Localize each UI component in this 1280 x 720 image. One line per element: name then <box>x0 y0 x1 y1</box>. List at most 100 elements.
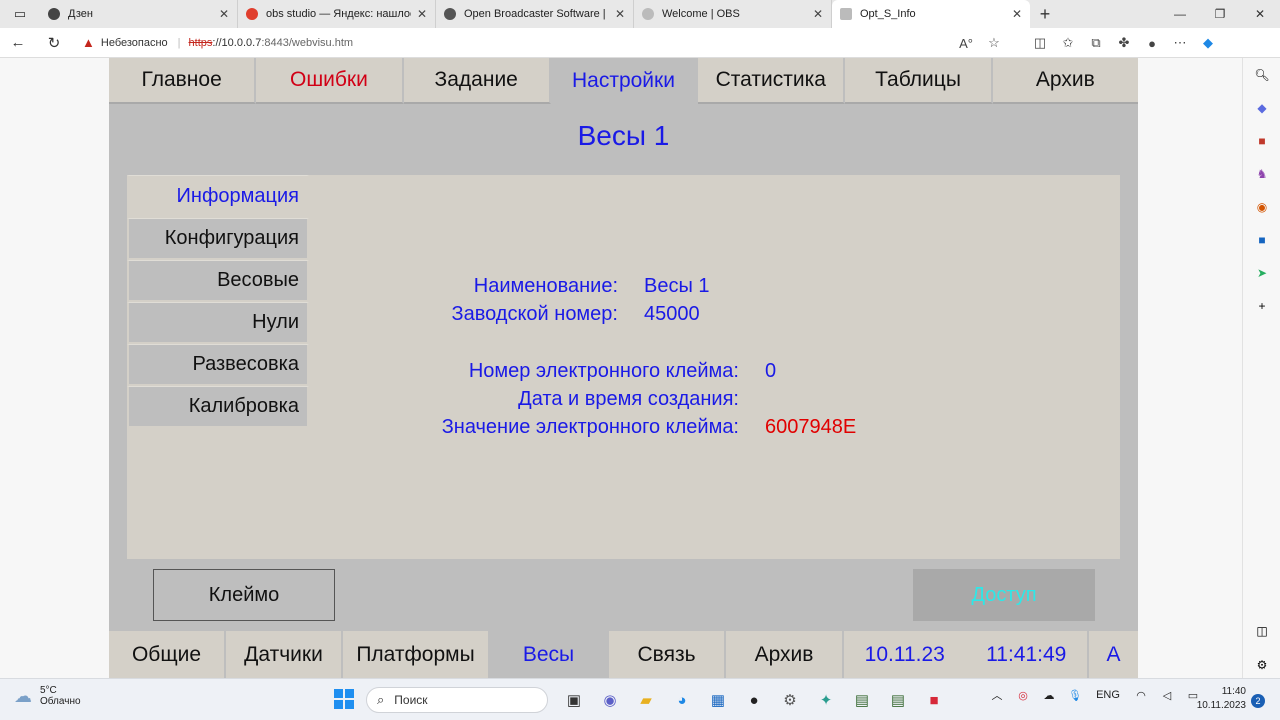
store-icon[interactable]: ▦ <box>700 687 736 713</box>
games-icon[interactable]: ♞ <box>1243 157 1280 190</box>
settings-gear-icon[interactable]: ⚙ <box>1243 648 1280 681</box>
tab-close-icon[interactable]: ✕ <box>219 7 229 21</box>
notification-badge[interactable]: 2 <box>1251 694 1265 708</box>
stamp-number-value: 0 <box>765 360 777 382</box>
tab-actions-icon[interactable]: ▭ <box>0 0 40 28</box>
clock-date: 10.11.2023 <box>1196 700 1246 711</box>
weather-widget[interactable]: ☁ 5°C Облачно <box>14 685 81 707</box>
restore-icon[interactable]: ❐ <box>1200 0 1240 28</box>
tab-main[interactable]: Главное <box>109 58 257 104</box>
name-label: Наименование: <box>473 275 618 297</box>
clock-time: 11:40 <box>1221 686 1246 697</box>
microphone-icon[interactable]: 🎙︎ <box>1062 689 1088 702</box>
side-item-weighing[interactable]: Развесовка <box>127 344 309 386</box>
tray-chevron-icon[interactable]: ︿ <box>984 687 1010 703</box>
send-icon[interactable]: ➤ <box>1243 256 1280 289</box>
side-item-information[interactable]: Информация <box>127 175 309 218</box>
minimize-icon[interactable]: — <box>1160 0 1200 28</box>
stamp-button[interactable]: Клеймо <box>153 569 335 621</box>
add-icon[interactable]: + <box>1243 289 1280 322</box>
search-placeholder: Поиск <box>394 693 428 707</box>
tab-close-icon[interactable]: ✕ <box>1012 7 1022 21</box>
tab-errors[interactable]: Ошибки <box>256 58 404 104</box>
user-level[interactable]: A <box>1089 631 1138 678</box>
tab-title: Welcome | OBS <box>662 8 740 20</box>
tool-app-2-icon[interactable]: ▤ <box>880 687 916 713</box>
obs-icon[interactable]: ● <box>736 687 772 713</box>
office-icon[interactable]: ◉ <box>1243 190 1280 223</box>
access-button[interactable]: Доступ <box>913 569 1095 621</box>
search-icon[interactable]: 🔍︎ <box>1243 58 1280 91</box>
refresh-icon[interactable]: ↻ <box>36 34 72 52</box>
url-field[interactable]: ▲ Небезопасно | https ://10.0.0.7 :8443/… <box>82 31 1002 55</box>
browser-tab[interactable]: Open Broadcaster Software | OBS ✕ <box>436 0 634 28</box>
tab-tables[interactable]: Таблицы <box>845 58 993 104</box>
tab-settings[interactable]: Настройки <box>550 58 699 104</box>
side-item-zeros[interactable]: Нули <box>127 302 309 344</box>
browser-tab[interactable]: Welcome | OBS ✕ <box>634 0 832 28</box>
tab-archive[interactable]: Архив <box>992 58 1138 104</box>
tab-task[interactable]: Задание <box>403 58 551 104</box>
wifi-icon[interactable]: ◠ <box>1128 689 1154 702</box>
browser-tab-active[interactable]: Opt_S_Info ✕ <box>832 0 1030 28</box>
windows-start-icon[interactable] <box>334 689 354 709</box>
tool-app-icon[interactable]: ▤ <box>844 687 880 713</box>
more-menu-icon[interactable]: ⋯ <box>1166 35 1194 51</box>
volume-icon[interactable]: ◁ <box>1154 689 1180 702</box>
favorite-star-icon[interactable]: ☆ <box>980 35 1008 51</box>
stamp-value: 6007948E <box>765 416 857 438</box>
datetime-display: 10.11.23 11:41:49 <box>844 631 1089 678</box>
settings-app-icon[interactable]: ⚙ <box>772 687 808 713</box>
back-icon[interactable]: ← <box>0 34 36 51</box>
taskbar-search[interactable]: ⌕ Поиск <box>366 687 548 713</box>
teams-chat-icon[interactable]: ◉ <box>592 687 628 713</box>
extensions-icon[interactable]: ✤ <box>1110 35 1138 51</box>
favorites-icon[interactable]: ✩ <box>1054 35 1082 51</box>
split-screen-icon[interactable]: ◫ <box>1026 35 1054 51</box>
side-item-configuration[interactable]: Конфигурация <box>127 218 309 260</box>
language-indicator[interactable]: ENG <box>1088 689 1128 701</box>
app-red-icon[interactable]: ■ <box>916 687 952 713</box>
tab-statistics[interactable]: Статистика <box>698 58 846 104</box>
onedrive-icon[interactable]: ☁ <box>1036 689 1062 702</box>
network-app-icon[interactable]: ✦ <box>808 687 844 713</box>
tab-scales[interactable]: Весы <box>490 631 609 678</box>
outlook-icon[interactable]: ■ <box>1243 223 1280 256</box>
tab-general[interactable]: Общие <box>109 631 226 678</box>
new-tab-icon[interactable]: + <box>1030 0 1060 28</box>
tab-connection[interactable]: Связь <box>609 631 726 678</box>
edge-icon[interactable]: ◕ <box>664 687 700 713</box>
tools-icon[interactable]: ■ <box>1243 124 1280 157</box>
tab-title: Opt_S_Info <box>860 8 916 20</box>
tab-sensors[interactable]: Датчики <box>226 631 343 678</box>
collections-icon[interactable]: ⧉ <box>1082 35 1110 51</box>
profile-avatar-icon[interactable]: ● <box>1138 36 1166 51</box>
search-icon: ⌕ <box>377 692 385 707</box>
file-explorer-icon[interactable]: ▰ <box>628 687 664 713</box>
stamp-value-label: Значение электронного клейма: <box>441 416 739 438</box>
side-item-calibration[interactable]: Калибровка <box>127 386 309 428</box>
serial-label: Заводской номер: <box>451 303 618 325</box>
read-aloud-icon[interactable]: A° <box>952 36 980 51</box>
tab-favicon-icon <box>642 8 654 20</box>
shopping-icon[interactable]: ◆ <box>1243 91 1280 124</box>
tab-close-icon[interactable]: ✕ <box>813 7 823 21</box>
sidebar-toggle-icon[interactable]: ◫ <box>1243 614 1280 647</box>
date-value: 10.11.23 <box>864 642 945 666</box>
taskbar-clock[interactable]: 11:40 10.11.2023 <box>1192 685 1246 713</box>
browser-tab[interactable]: obs studio — Яндекс: нашлось 4 ✕ <box>238 0 436 28</box>
tab-archive-bottom[interactable]: Архив <box>726 631 844 678</box>
taskbar: ☁ 5°C Облачно ⌕ Поиск ▣ ◉ ▰ ◕ ▦ ● ⚙ ✦ ▤ … <box>0 678 1280 720</box>
tab-platforms[interactable]: Платформы <box>343 631 490 678</box>
tab-close-icon[interactable]: ✕ <box>417 7 427 21</box>
tray-app-icon[interactable]: ◎ <box>1010 689 1036 702</box>
tab-close-icon[interactable]: ✕ <box>615 7 625 21</box>
task-view-icon[interactable]: ▣ <box>556 687 592 713</box>
insecure-label[interactable]: Небезопасно <box>101 37 168 49</box>
browser-tab[interactable]: Дзен ✕ <box>40 0 238 28</box>
close-window-icon[interactable]: ✕ <box>1240 0 1280 28</box>
copilot-icon[interactable]: ◆ <box>1194 35 1222 51</box>
edge-sidebar: 🔍︎ ◆ ■ ♞ ◉ ■ ➤ + ◫ ⚙ <box>1242 58 1280 678</box>
bottom-navigation: Общие Датчики Платформы Весы Связь Архив… <box>109 631 1138 678</box>
side-item-weights[interactable]: Весовые <box>127 260 309 302</box>
